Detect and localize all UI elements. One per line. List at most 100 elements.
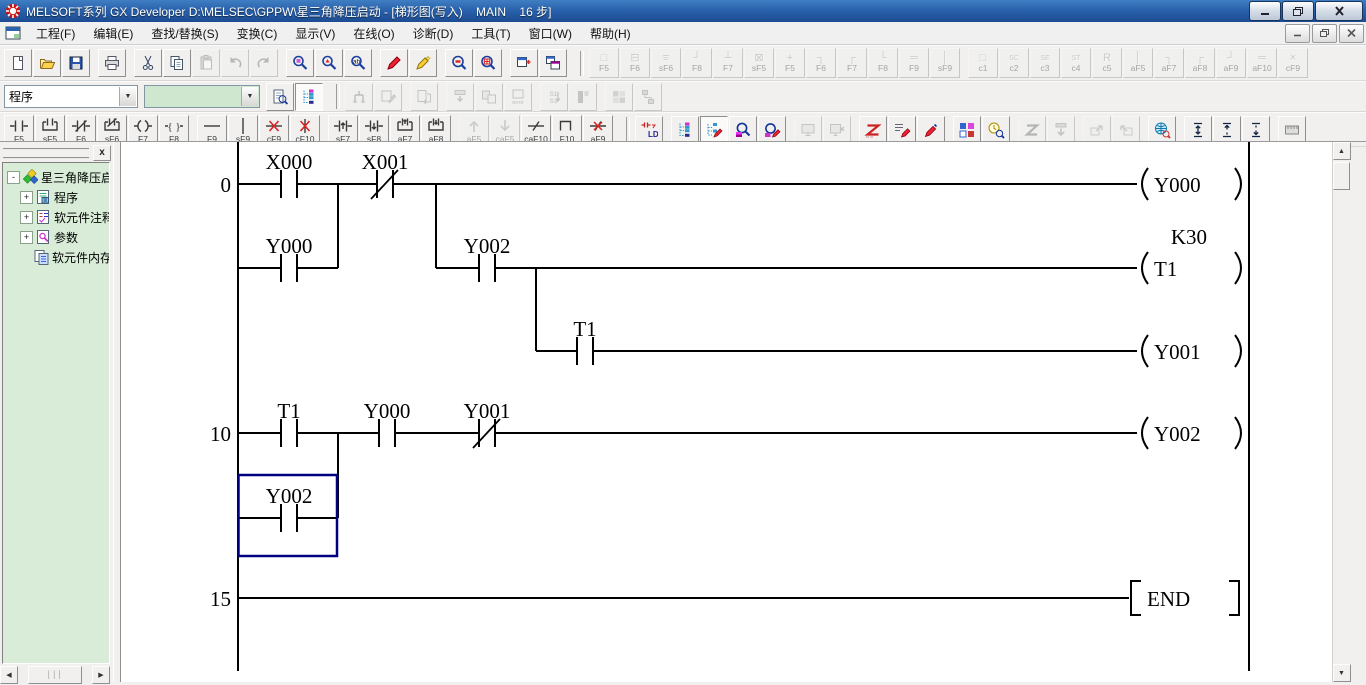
ladder-write-mode-button[interactable]: [380, 49, 408, 77]
coil-button[interactable]: F7: [128, 115, 158, 145]
comment-edit-button[interactable]: [917, 116, 945, 144]
tree-expander-icon[interactable]: +: [20, 231, 33, 244]
title-bar: MELSOFT系列 GX Developer D:\MELSEC\GPPW\星三…: [0, 0, 1366, 22]
menu-item-8[interactable]: 工具(T): [462, 24, 519, 44]
display-scale-button[interactable]: [1278, 116, 1306, 144]
sidebar-item-tree-device-comment[interactable]: +软元件注释: [3, 207, 109, 227]
project-tree-toggle-button[interactable]: [295, 83, 323, 111]
menu-item-4[interactable]: 变换(C): [228, 24, 287, 44]
tree-item-label: 星三角降压启动: [41, 169, 110, 186]
minimize-button[interactable]: [1249, 1, 1281, 21]
scroll-right-icon[interactable]: ▶: [92, 666, 110, 684]
chevron-down-icon[interactable]: ▼: [241, 87, 258, 106]
mdi-restore-button[interactable]: [1312, 24, 1337, 43]
menu-item-10[interactable]: 帮助(H): [581, 24, 640, 44]
close-button[interactable]: [1315, 1, 1363, 21]
parallel-closed-contact-button[interactable]: sF6: [97, 115, 127, 145]
draw-line-button[interactable]: F10: [552, 115, 582, 145]
project-data-list-button[interactable]: [539, 49, 567, 77]
sampling-trace-button[interactable]: [1148, 116, 1176, 144]
svg-text:Y002: Y002: [1154, 422, 1201, 446]
parallel-falling-pulse-button[interactable]: aF8: [421, 115, 451, 145]
vscroll-thumb[interactable]: [1333, 162, 1350, 190]
open-contact-button[interactable]: F5: [4, 115, 34, 145]
open-project-button[interactable]: [33, 49, 61, 77]
data-name-combo[interactable]: ▼: [144, 85, 260, 108]
delete-horizontal-line-button[interactable]: cF9: [259, 115, 289, 145]
scroll-down-icon[interactable]: ▼: [1333, 664, 1351, 682]
zoom-increase-button[interactable]: [474, 49, 502, 77]
tree-item-label: 程序: [54, 189, 78, 206]
chevron-down-icon[interactable]: ▼: [119, 87, 136, 106]
horizontal-line-button[interactable]: F9: [197, 115, 227, 145]
sidebar-item-project-root[interactable]: - 星三角降压启动: [3, 167, 109, 187]
sidebar-hscrollbar[interactable]: ◀ │││ ▶: [0, 666, 110, 682]
menu-item-6[interactable]: 在线(O): [344, 24, 403, 44]
project-root-icon: [22, 169, 38, 185]
parallel-rising-pulse-button[interactable]: aF7: [390, 115, 420, 145]
sfc-aF9-button: ┘aF9: [1216, 48, 1246, 78]
delete-row-button: caF5: [490, 115, 520, 145]
svg-text:T1: T1: [573, 317, 596, 341]
cut-button[interactable]: [134, 49, 162, 77]
rising-pulse-button[interactable]: sF7: [328, 115, 358, 145]
copy-button[interactable]: [163, 49, 191, 77]
project-tree-button[interactable]: [671, 116, 699, 144]
split-window-button[interactable]: [510, 49, 538, 77]
delete-vertical-line-button[interactable]: cF10: [290, 115, 320, 145]
closed-contact-button[interactable]: F6: [66, 115, 96, 145]
comment-display-button[interactable]: [1184, 116, 1212, 144]
statement-display-button[interactable]: [1213, 116, 1241, 144]
find-window-button[interactable]: [729, 116, 757, 144]
sidebar-item-tree-parameter[interactable]: +参数: [3, 227, 109, 247]
sfc-F6-button: ┐F6: [806, 48, 836, 78]
network-param-button: [605, 83, 633, 111]
sidebar-close-icon[interactable]: x: [93, 145, 111, 161]
device-test-button[interactable]: [409, 49, 437, 77]
new-project-button[interactable]: [4, 49, 32, 77]
tree-expander-icon[interactable]: -: [7, 171, 20, 184]
application-instruction-button[interactable]: { }F8: [159, 115, 189, 145]
ladder-edit-button[interactable]: [888, 116, 916, 144]
note-display-button[interactable]: [1242, 116, 1270, 144]
sidebar-grip[interactable]: [3, 148, 89, 159]
find-device-button[interactable]: [286, 49, 314, 77]
menu-item-1[interactable]: 工程(F): [27, 24, 84, 44]
invert-result-button[interactable]: caF10: [521, 115, 551, 145]
vertical-line-button[interactable]: sF9: [228, 115, 258, 145]
find-edit-window-button[interactable]: [758, 116, 786, 144]
tree-expander-icon[interactable]: +: [20, 191, 33, 204]
device-batch-button[interactable]: [953, 116, 981, 144]
parallel-open-contact-button[interactable]: sF5: [35, 115, 65, 145]
menu-item-5[interactable]: 显示(V): [286, 24, 344, 44]
ladder-vscrollbar[interactable]: ▲ ▼: [1332, 142, 1350, 682]
tree-expander-icon[interactable]: +: [20, 211, 33, 224]
find-string-button[interactable]: ab: [344, 49, 372, 77]
delete-line-button[interactable]: aF9: [583, 115, 613, 145]
mdi-minimize-button[interactable]: [1285, 24, 1310, 43]
falling-pulse-button[interactable]: sF8: [359, 115, 389, 145]
ladder-logic-test-button[interactable]: [266, 83, 294, 111]
convert-to-ladder-button[interactable]: LD: [635, 116, 663, 144]
hscroll-thumb[interactable]: │││: [28, 666, 82, 684]
write-mode-button[interactable]: [859, 116, 887, 144]
menu-item-7[interactable]: 诊断(D): [404, 24, 463, 44]
tree-edit-mode-button[interactable]: [700, 116, 728, 144]
restore-button[interactable]: [1282, 1, 1314, 21]
menu-item-9[interactable]: 窗口(W): [520, 24, 581, 44]
scroll-up-icon[interactable]: ▲: [1333, 142, 1351, 160]
sidebar-item-tree-program[interactable]: + 程序: [3, 187, 109, 207]
mdi-close-button[interactable]: [1339, 24, 1364, 43]
tree-program-icon: [35, 189, 51, 205]
menu-item-3[interactable]: 查找/替换(S): [142, 24, 227, 44]
find-instruction-button[interactable]: [315, 49, 343, 77]
zoom-decrease-button[interactable]: [445, 49, 473, 77]
menu-item-2[interactable]: 编辑(E): [84, 24, 142, 44]
save-project-button[interactable]: [62, 49, 90, 77]
entry-data-monitor-button[interactable]: [982, 116, 1010, 144]
ladder-editor-canvas[interactable]: X000X001Y000Y002T1T1Y000Y001Y002Y000T1K3…: [121, 142, 1333, 682]
print-button[interactable]: [98, 49, 126, 77]
program-type-combo[interactable]: 程序 ▼: [4, 85, 138, 108]
sidebar-item-tree-device-memory[interactable]: 软元件内存: [3, 247, 109, 267]
scroll-left-icon[interactable]: ◀: [0, 666, 18, 684]
